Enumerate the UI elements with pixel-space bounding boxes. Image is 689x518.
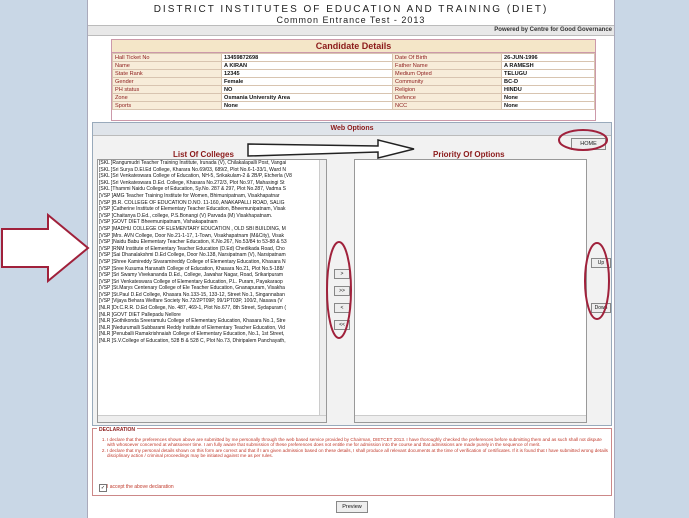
up-down-buttons-highlight (584, 242, 610, 320)
move-buttons-highlight (326, 241, 352, 339)
top-arrow-annotation (247, 139, 415, 159)
home-button-highlight (558, 129, 608, 151)
left-arrow-annotation (1, 212, 90, 284)
annotation-overlay (1, 129, 610, 339)
